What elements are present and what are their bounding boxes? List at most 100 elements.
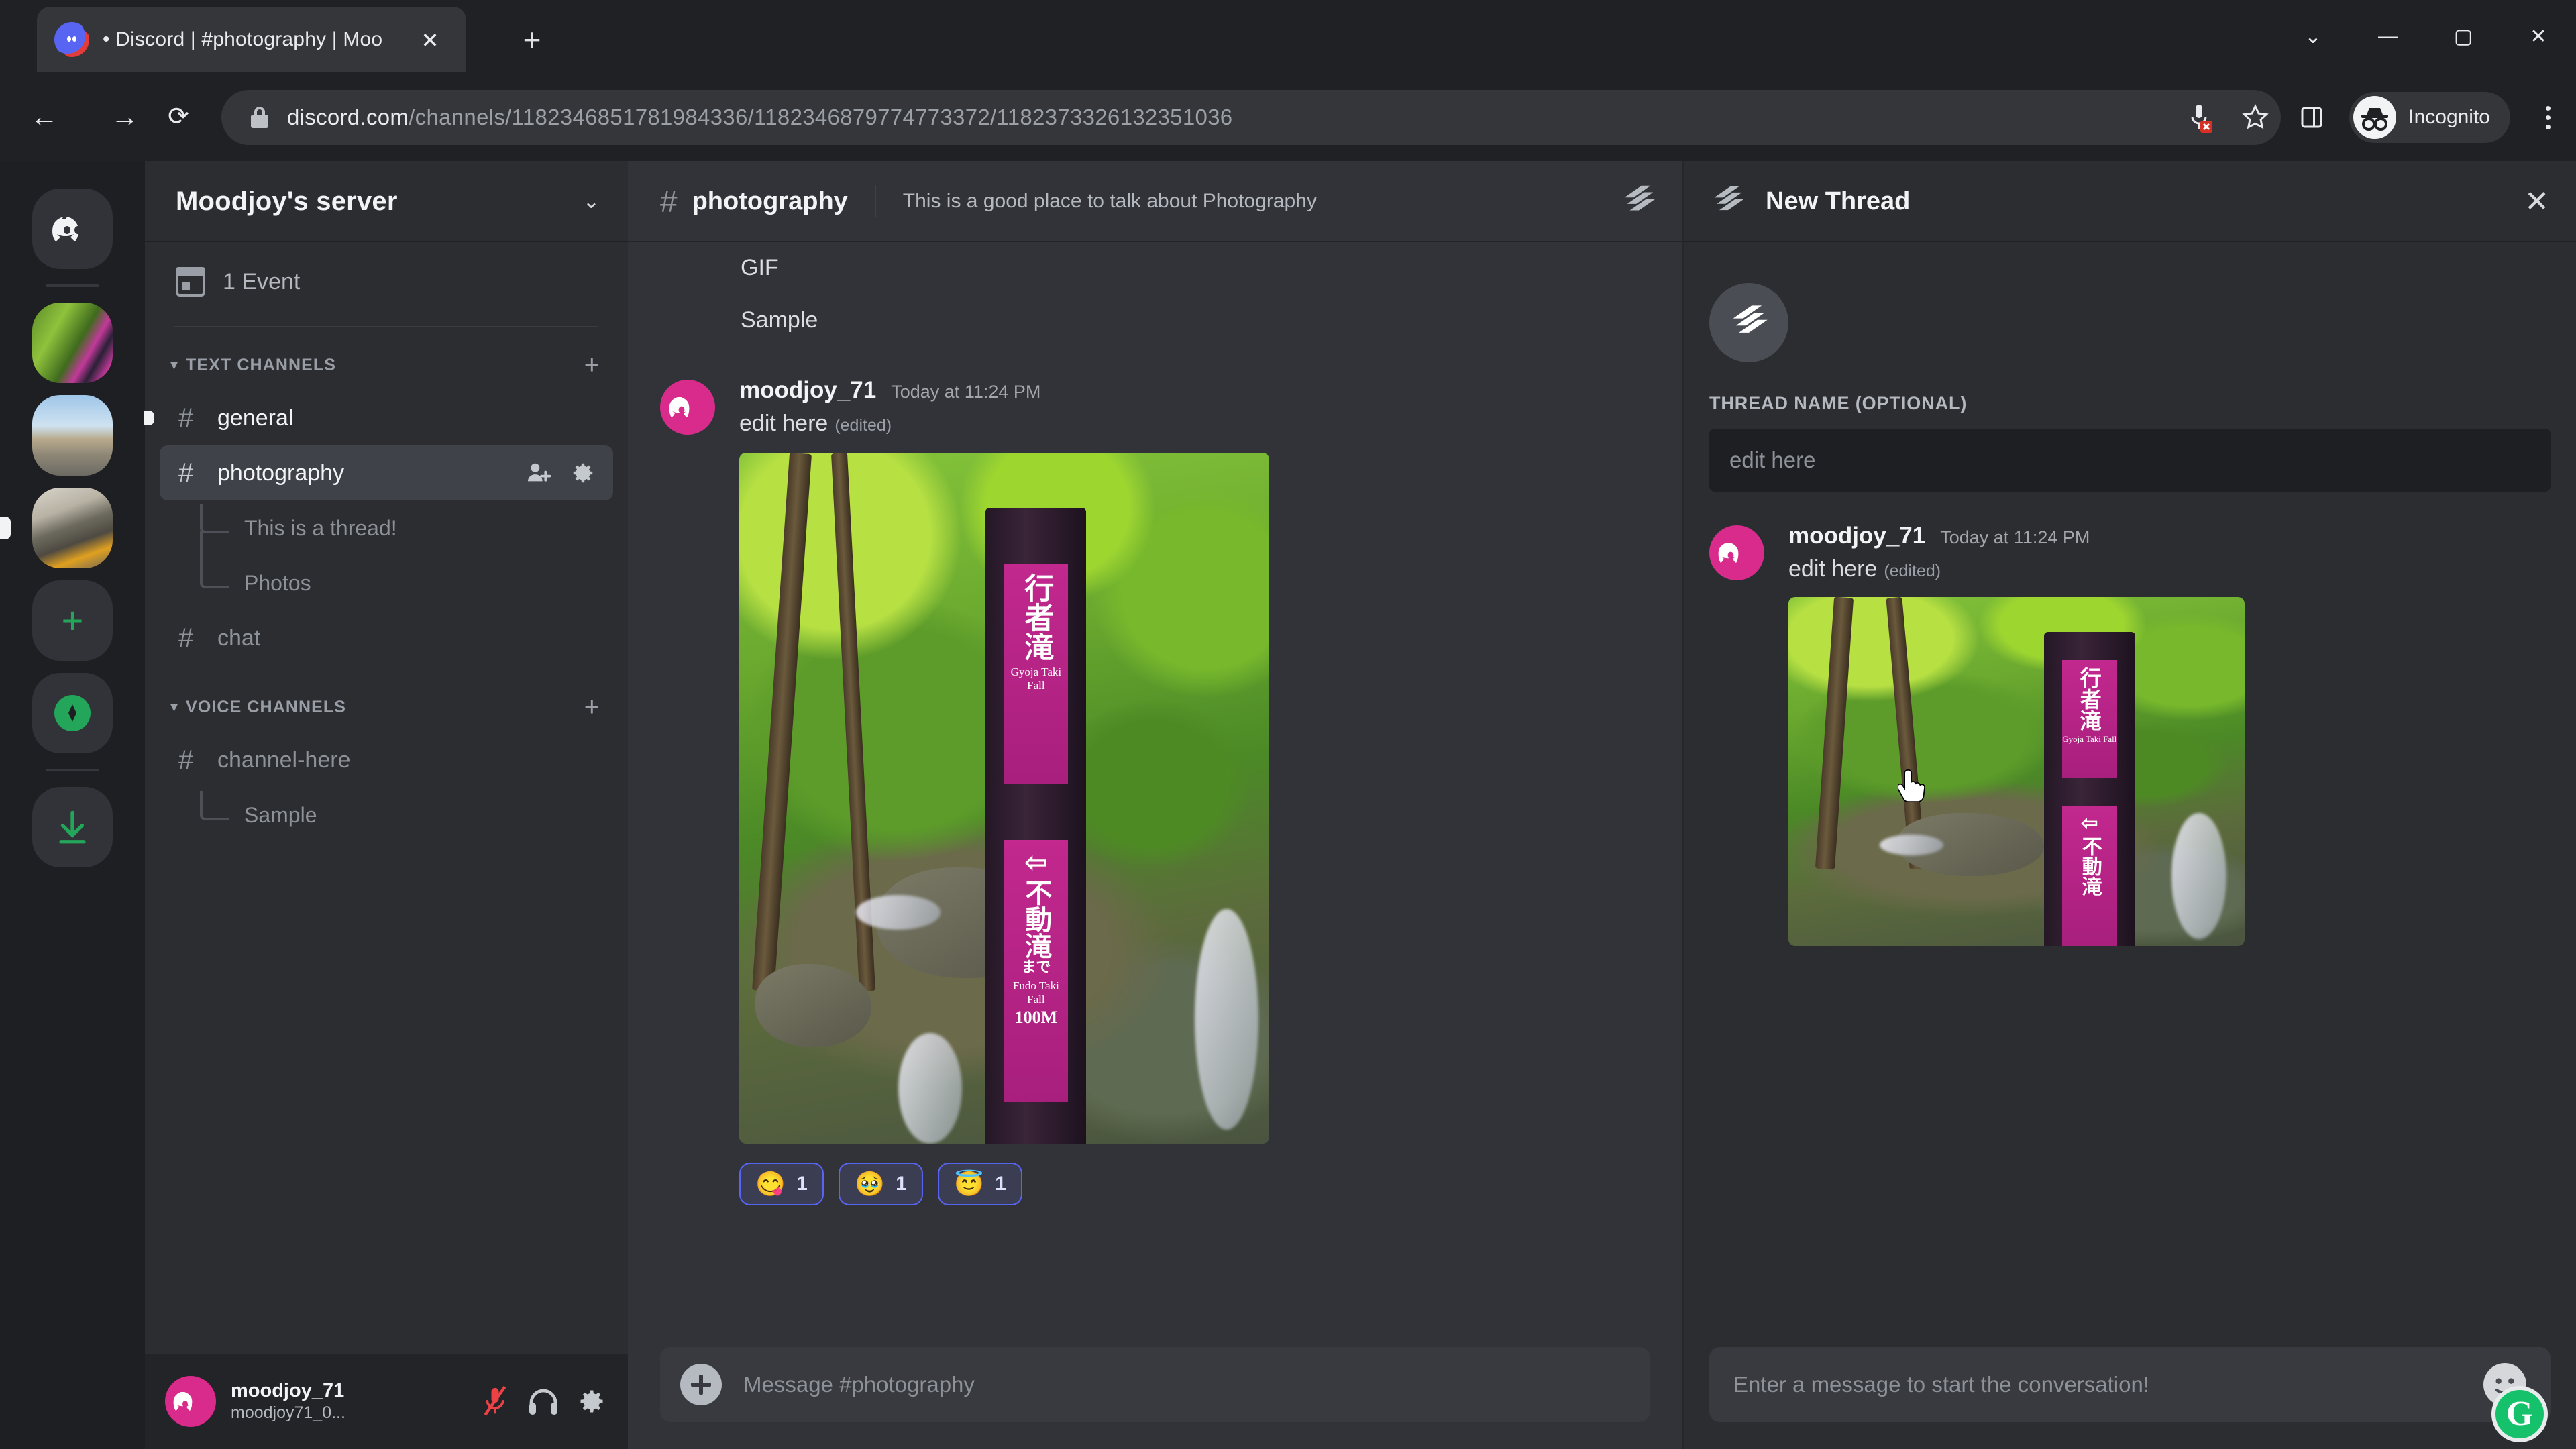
hash-icon: # bbox=[178, 623, 194, 653]
add-member-icon[interactable] bbox=[526, 462, 553, 484]
chevron-down-icon: ▾ bbox=[170, 698, 178, 715]
thread-name-input[interactable]: edit here bbox=[1709, 429, 2551, 492]
thread-label: Photos bbox=[244, 570, 311, 595]
sidebar-thread-this-is-a-thread[interactable]: This is a thread! bbox=[160, 500, 613, 561]
server-item-1[interactable] bbox=[0, 297, 145, 389]
tab-strip: • Discord | #photography | Moo ✕ + ⌄ — ▢… bbox=[0, 0, 2576, 72]
thread-message-input[interactable]: Enter a message to start the conversatio… bbox=[1709, 1347, 2551, 1422]
unread-indicator bbox=[144, 411, 154, 425]
reaction-count: 1 bbox=[896, 1173, 907, 1195]
server-thumb-1-icon bbox=[32, 303, 113, 383]
download-apps-button[interactable] bbox=[0, 781, 145, 873]
server-thumb-2-icon bbox=[32, 395, 113, 476]
close-icon[interactable]: ✕ bbox=[2524, 184, 2549, 219]
server-thumb-3-icon bbox=[32, 488, 113, 568]
mic-muted-icon[interactable] bbox=[480, 1385, 510, 1417]
window-close-button[interactable]: ✕ bbox=[2501, 0, 2576, 72]
window-maximize-button[interactable]: ▢ bbox=[2426, 0, 2501, 72]
add-attachment-icon[interactable] bbox=[680, 1364, 722, 1405]
hash-icon: # bbox=[178, 402, 194, 433]
server-rail: + bbox=[0, 161, 145, 1449]
browser-tab[interactable]: • Discord | #photography | Moo ✕ bbox=[37, 7, 466, 72]
avatar[interactable] bbox=[165, 1376, 216, 1427]
create-voice-channel-button[interactable]: + bbox=[584, 694, 600, 720]
reaction-chip[interactable]: 🥹 1 bbox=[839, 1163, 923, 1205]
thread-attachment-image[interactable]: 行者滝 Gyoja Taki Fall ⇦ 不動滝 bbox=[1788, 597, 2245, 946]
create-channel-button[interactable]: + bbox=[584, 352, 600, 378]
sign-top-romaji: Gyoja Taki Fall bbox=[1010, 665, 1062, 692]
tab-close-icon[interactable]: ✕ bbox=[418, 28, 442, 52]
address-bar[interactable]: discord.com/channels/1182346851781984336… bbox=[221, 90, 2281, 145]
incognito-label: Incognito bbox=[2408, 106, 2490, 128]
bookmark-star-icon[interactable] bbox=[2227, 90, 2284, 145]
window-minimize-button[interactable]: ⌄ bbox=[2275, 0, 2351, 72]
sidebar-item-photography[interactable]: # photography bbox=[160, 445, 613, 500]
reaction-emoji: 🥹 bbox=[855, 1170, 885, 1197]
reaction-bar: 😋 1 🥹 1 😇 1 bbox=[739, 1163, 1650, 1205]
message-author[interactable]: moodjoy_71 bbox=[739, 377, 876, 404]
user-name: moodjoy_71 bbox=[231, 1380, 345, 1401]
channel-label: chat bbox=[217, 625, 261, 651]
download-icon bbox=[32, 787, 113, 867]
avatar[interactable] bbox=[1709, 525, 1764, 580]
thread-message-header: moodjoy_71 Today at 11:24 PM bbox=[1788, 523, 2551, 549]
message-item: moodjoy_71 Today at 11:24 PM edit here (e… bbox=[660, 377, 1650, 1205]
message-input[interactable]: Message #photography bbox=[660, 1347, 1650, 1422]
sidebar-item-general[interactable]: # general bbox=[144, 390, 613, 445]
chat-main: # photography This is a good place to ta… bbox=[628, 161, 1682, 1449]
reload-button[interactable]: ⟳ bbox=[160, 98, 197, 136]
events-label: 1 Event bbox=[223, 268, 301, 294]
mic-blocked-icon[interactable] bbox=[2171, 90, 2227, 145]
server-item-2[interactable] bbox=[0, 389, 145, 482]
edited-badge: (edited) bbox=[835, 416, 892, 435]
message-attachment-image[interactable]: 行者滝 Gyoja Taki Fall ⇦ 不動滝 まで Fudo Taki F… bbox=[739, 453, 1269, 1144]
message-text: edit here (edited) bbox=[1788, 556, 2551, 582]
category-text-channels[interactable]: ▾ TEXT CHANNELS + bbox=[145, 339, 628, 390]
thread-panel-title: New Thread bbox=[1766, 186, 1911, 215]
server-header[interactable]: Moodjoy's server ⌄ bbox=[145, 161, 628, 241]
calendar-icon bbox=[176, 267, 205, 297]
hash-icon: # bbox=[660, 184, 678, 219]
events-item[interactable]: 1 Event bbox=[145, 241, 628, 322]
composer-area: Message #photography bbox=[628, 1347, 1682, 1449]
sidebar-item-chat[interactable]: # chat bbox=[160, 610, 613, 665]
reaction-chip[interactable]: 😋 1 bbox=[739, 1163, 824, 1205]
chevron-down-icon[interactable]: ⌄ bbox=[583, 190, 600, 213]
channel-label: photography bbox=[217, 460, 345, 486]
message-body: moodjoy_71 Today at 11:24 PM edit here (e… bbox=[739, 377, 1650, 1205]
header-divider bbox=[874, 185, 876, 217]
add-server-button[interactable]: + bbox=[0, 574, 145, 667]
side-panel-icon[interactable] bbox=[2284, 90, 2340, 145]
incognito-avatar-icon bbox=[2353, 96, 2397, 139]
gear-icon[interactable] bbox=[577, 1387, 606, 1416]
channel-header-icons bbox=[1619, 184, 1658, 219]
sidebar-item-channel-here[interactable]: # channel-here bbox=[160, 733, 613, 788]
new-tab-button[interactable]: + bbox=[510, 19, 554, 63]
headset-icon[interactable] bbox=[527, 1387, 559, 1416]
chevron-down-icon: ▾ bbox=[170, 356, 178, 373]
three-dot-menu-icon[interactable] bbox=[2520, 90, 2576, 145]
avatar[interactable] bbox=[660, 380, 715, 435]
threads-icon[interactable] bbox=[1619, 184, 1658, 219]
thread-input-placeholder: Enter a message to start the conversatio… bbox=[1733, 1372, 2149, 1397]
discord-logo-icon bbox=[52, 217, 81, 241]
category-voice-channels[interactable]: ▾ VOICE CHANNELS + bbox=[145, 682, 628, 733]
sidebar-thread-sample[interactable]: Sample bbox=[160, 788, 613, 843]
grammarly-badge-icon[interactable]: G bbox=[2491, 1386, 2548, 1442]
sign-plate-bottom: ⇦ 不動滝 bbox=[2062, 806, 2117, 946]
profile-incognito-button[interactable]: Incognito bbox=[2349, 92, 2510, 143]
sidebar-thread-photos[interactable]: Photos bbox=[160, 555, 613, 610]
server-item-3[interactable] bbox=[0, 482, 145, 574]
home-button[interactable] bbox=[0, 182, 145, 275]
message-author[interactable]: moodjoy_71 bbox=[1788, 523, 1925, 549]
explore-servers-button[interactable] bbox=[0, 667, 145, 759]
reaction-count: 1 bbox=[995, 1173, 1006, 1195]
plus-icon: + bbox=[32, 580, 113, 661]
window-restore-button[interactable]: — bbox=[2351, 0, 2426, 72]
forward-button[interactable]: → bbox=[106, 98, 144, 136]
gear-icon[interactable] bbox=[570, 460, 596, 486]
reaction-chip[interactable]: 😇 1 bbox=[938, 1163, 1022, 1205]
message-text: edit here (edited) bbox=[739, 411, 1650, 437]
back-button[interactable]: ← bbox=[25, 98, 63, 136]
toolbar-right-icons: Incognito bbox=[2171, 90, 2576, 145]
